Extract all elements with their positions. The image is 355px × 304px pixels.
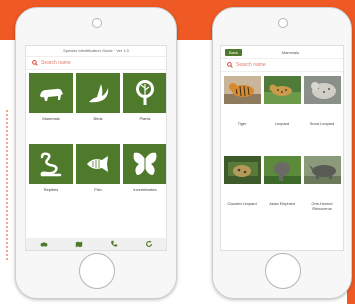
animal-item-one-horned-rhinoceros[interactable]: One-Horned Rhinoceros [303, 156, 341, 236]
fish-icon [87, 156, 108, 172]
phone-mockup-mammals: Back Mammals Search name Tiger Leopard S… [212, 7, 352, 299]
phone-icon[interactable] [110, 240, 118, 248]
screen-mammals: Back Mammals Search name Tiger Leopard S… [220, 45, 344, 251]
search-icon [227, 62, 233, 68]
map-icon[interactable] [75, 240, 83, 248]
camera-icon [92, 18, 102, 28]
binoculars-icon[interactable] [40, 240, 48, 248]
animal-item-clouded-leopard[interactable]: Clouded Leopard [223, 156, 261, 236]
animal-label: Asian Elephant [269, 202, 295, 206]
animal-item-leopard[interactable]: Leopard [263, 76, 301, 156]
home-button[interactable] [79, 253, 115, 289]
animal-label: Snow Leopard [309, 122, 335, 126]
category-label: Invertebrates [133, 187, 157, 192]
app-title-bar: Species Identification Guide · Ver 1.0 [26, 46, 166, 57]
animal-label: Tiger [237, 122, 247, 126]
category-plants[interactable]: Plants [123, 73, 166, 141]
leopard-photo [263, 76, 301, 104]
category-label: Plants [139, 116, 151, 121]
animal-label: Clouded Leopard [227, 202, 257, 206]
search-input[interactable]: Search name [221, 59, 343, 72]
category-fish[interactable]: Fish [76, 144, 120, 212]
category-mammals[interactable]: Mammals [29, 73, 73, 141]
home-button[interactable] [265, 253, 301, 289]
search-placeholder: Search name [236, 62, 266, 68]
category-label: Birds [93, 116, 103, 121]
category-reptiles[interactable]: Reptiles [29, 144, 73, 212]
page-title: Mammals [281, 49, 300, 55]
dotted-divider [6, 110, 11, 260]
animal-item-snow-leopard[interactable]: Snow Leopard [303, 76, 341, 156]
rhinoceros-photo [303, 156, 341, 184]
search-placeholder: Search name [41, 60, 71, 66]
clouded-leopard-photo [223, 156, 261, 184]
snow-leopard-photo [303, 76, 341, 104]
animal-item-tiger[interactable]: Tiger [223, 76, 261, 156]
category-invertebrates[interactable]: Invertebrates [123, 144, 166, 212]
refresh-icon[interactable] [145, 240, 153, 248]
search-input[interactable]: Search name [26, 57, 166, 70]
animal-grid: Tiger Leopard Snow Leopard Clouded Leopa… [221, 72, 343, 236]
camera-icon [278, 18, 288, 28]
bear-icon [40, 88, 63, 101]
back-button[interactable]: Back [225, 48, 242, 56]
asian-elephant-photo [263, 156, 301, 184]
animal-label: Leopard [275, 122, 289, 126]
search-icon [32, 60, 38, 66]
butterfly-icon [133, 152, 157, 175]
category-label: Mammals [42, 116, 60, 121]
bottom-navigation [26, 238, 166, 250]
category-label: Fish [94, 187, 102, 192]
phone-mockup-categories: Species Identification Guide · Ver 1.0 S… [15, 7, 177, 299]
screen-categories: Species Identification Guide · Ver 1.0 S… [25, 45, 167, 251]
tiger-photo [223, 76, 261, 104]
snake-icon [40, 152, 62, 177]
category-label: Reptiles [43, 187, 59, 192]
bird-icon [89, 84, 109, 103]
category-grid: Mammals Birds Plants Reptiles Fish Inver… [26, 70, 166, 212]
tree-icon [136, 80, 154, 105]
animal-label: One-Horned Rhinoceros [311, 202, 333, 211]
header-bar: Back Mammals [221, 46, 343, 59]
animal-item-asian-elephant[interactable]: Asian Elephant [263, 156, 301, 236]
category-birds[interactable]: Birds [76, 73, 120, 141]
